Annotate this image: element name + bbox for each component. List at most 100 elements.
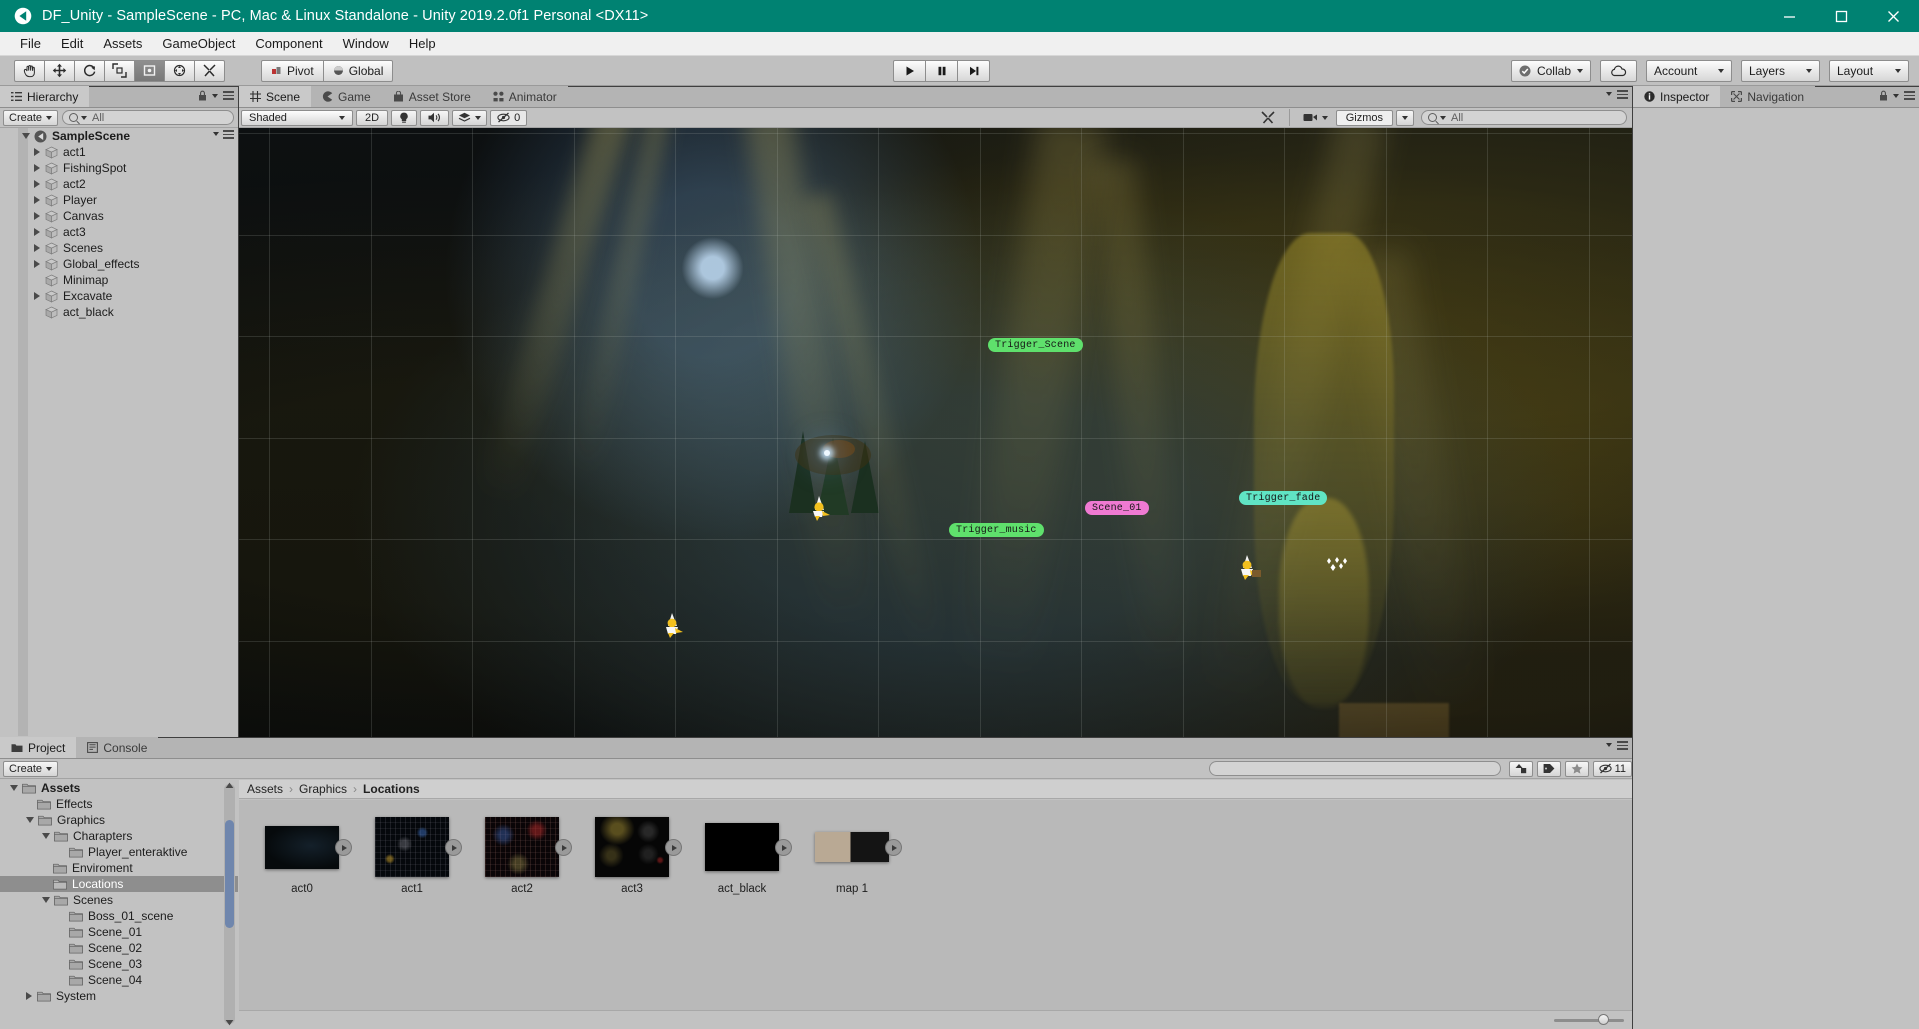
hierarchy-item-canvas[interactable]: Canvas: [0, 208, 238, 224]
custom-tool-button[interactable]: [194, 59, 225, 82]
pause-button[interactable]: [925, 60, 958, 82]
pivot-toggle[interactable]: Pivot: [261, 59, 324, 82]
asset-preview-play-icon[interactable]: [335, 839, 352, 856]
breadcrumb-item-locations[interactable]: Locations: [363, 782, 420, 796]
chevron-down-icon[interactable]: [26, 817, 34, 823]
chevron-right-icon[interactable]: [34, 244, 40, 252]
project-tree-item-graphics[interactable]: Graphics: [0, 812, 238, 828]
hierarchy-item-act_black[interactable]: act_black: [0, 304, 238, 320]
step-button[interactable]: [957, 60, 990, 82]
two-d-toggle[interactable]: 2D: [356, 109, 389, 126]
hierarchy-item-player[interactable]: Player: [0, 192, 238, 208]
asset-zoom-slider[interactable]: [1554, 1014, 1624, 1025]
hierarchy-item-global_effects[interactable]: Global_effects: [0, 256, 238, 272]
scene-gizmo-label[interactable]: Scene_01: [1085, 501, 1149, 515]
close-button[interactable]: [1867, 0, 1919, 32]
chevron-right-icon[interactable]: [34, 228, 40, 236]
scene-search-input[interactable]: All: [1421, 110, 1627, 125]
scene-gizmo-label[interactable]: Trigger_Scene: [988, 338, 1083, 352]
hierarchy-item-act2[interactable]: act2: [0, 176, 238, 192]
tab-project[interactable]: Project: [0, 737, 77, 758]
project-tree-item-enviroment[interactable]: Enviroment: [0, 860, 238, 876]
scene-menu-icon[interactable]: [223, 130, 234, 139]
chevron-right-icon[interactable]: [26, 992, 32, 1000]
hierarchy-item-act3[interactable]: act3: [0, 224, 238, 240]
chevron-right-icon[interactable]: [34, 180, 40, 188]
lighting-toggle[interactable]: [391, 109, 418, 126]
project-tree-item-player_enteraktive[interactable]: Player_enteraktive: [0, 844, 238, 860]
tab-console[interactable]: Console: [76, 737, 159, 758]
scene-particle-gizmo[interactable]: [1325, 555, 1351, 582]
asset-item[interactable]: act2: [481, 817, 572, 895]
hierarchy-item-minimap[interactable]: Minimap: [0, 272, 238, 288]
chevron-right-icon[interactable]: [34, 196, 40, 204]
account-dropdown[interactable]: Account: [1646, 60, 1732, 82]
project-tree-item-scene_01[interactable]: Scene_01: [0, 924, 238, 940]
chevron-down-icon[interactable]: [10, 785, 18, 791]
asset-zoom-knob[interactable]: [1598, 1014, 1609, 1025]
cloud-button[interactable]: [1600, 60, 1637, 82]
asset-preview-play-icon[interactable]: [665, 839, 682, 856]
panel-menu-icon[interactable]: [1617, 741, 1628, 750]
project-tree-item-scenes[interactable]: Scenes: [0, 892, 238, 908]
breadcrumb-item-graphics[interactable]: Graphics: [299, 782, 347, 796]
filter-by-label-button[interactable]: [1536, 760, 1561, 777]
tab-inspector[interactable]: Inspector: [1633, 86, 1721, 107]
project-tree-item-charapters[interactable]: Charapters: [0, 828, 238, 844]
asset-preview-play-icon[interactable]: [775, 839, 792, 856]
tab-game[interactable]: Game: [311, 86, 382, 107]
hierarchy-item-fishingspot[interactable]: FishingSpot: [0, 160, 238, 176]
chevron-right-icon[interactable]: [34, 292, 40, 300]
menu-item-component[interactable]: Component: [246, 33, 331, 54]
project-tree-item-scene_02[interactable]: Scene_02: [0, 940, 238, 956]
camera-settings-button[interactable]: [1298, 110, 1333, 126]
favorites-button[interactable]: [1564, 760, 1589, 777]
filter-by-type-button[interactable]: [1508, 760, 1533, 777]
project-tree-item-scene_03[interactable]: Scene_03: [0, 956, 238, 972]
chevron-down-icon[interactable]: [42, 833, 50, 839]
project-tree-item-effects[interactable]: Effects: [0, 796, 238, 812]
chevron-right-icon[interactable]: [34, 260, 40, 268]
maximize-button[interactable]: [1815, 0, 1867, 32]
hidden-objects-toggle[interactable]: 0: [490, 109, 528, 126]
hierarchy-create-button[interactable]: Create: [3, 109, 59, 126]
asset-item[interactable]: act1: [371, 817, 462, 895]
rotate-tool-button[interactable]: [74, 59, 105, 82]
hand-tool-button[interactable]: [14, 59, 45, 82]
project-tree-list[interactable]: Assets Effects Graphics Charapters Player_en…: [0, 780, 238, 1004]
scene-gizmo-label[interactable]: Trigger_fade: [1239, 491, 1328, 505]
play-button[interactable]: [893, 60, 926, 82]
project-create-button[interactable]: Create: [3, 760, 59, 777]
project-tree-scroll-thumb[interactable]: [225, 820, 234, 928]
minimize-button[interactable]: [1763, 0, 1815, 32]
audio-toggle[interactable]: [420, 109, 450, 126]
project-tree-item-scene_04[interactable]: Scene_04: [0, 972, 238, 988]
layers-dropdown[interactable]: Layers: [1741, 60, 1820, 82]
tab-navigation[interactable]: Navigation: [1720, 86, 1816, 107]
project-tree-item-system[interactable]: System: [0, 988, 238, 1004]
chevron-down-icon[interactable]: [42, 897, 50, 903]
scene-character-sprite-2[interactable]: [659, 611, 683, 638]
asset-grid[interactable]: act0 act1 act2 act3 act_black map 1: [239, 800, 1632, 1010]
asset-item[interactable]: act_black: [701, 817, 792, 895]
layout-dropdown[interactable]: Layout: [1829, 60, 1909, 82]
menu-item-edit[interactable]: Edit: [52, 33, 92, 54]
chevron-right-icon[interactable]: [34, 164, 40, 172]
scene-viewport[interactable]: Trigger_Scene Trigger_music Scene_01 Trigge…: [239, 128, 1632, 737]
lock-icon[interactable]: [1879, 90, 1888, 101]
panel-menu-icon[interactable]: [223, 91, 234, 100]
menu-item-window[interactable]: Window: [334, 33, 398, 54]
collab-button[interactable]: Collab: [1510, 60, 1591, 82]
breadcrumb-item-assets[interactable]: Assets: [247, 782, 283, 796]
menu-item-help[interactable]: Help: [400, 33, 445, 54]
draw-mode-dropdown[interactable]: Shaded: [241, 109, 353, 126]
menu-item-assets[interactable]: Assets: [94, 33, 151, 54]
tab-animator[interactable]: Animator: [481, 86, 568, 107]
panel-menu-icon[interactable]: [1617, 90, 1628, 99]
global-toggle[interactable]: Global: [322, 59, 394, 82]
scroll-down-arrow-icon[interactable]: [225, 1019, 234, 1026]
panel-menu-icon[interactable]: [1904, 91, 1915, 100]
hierarchy-item-list[interactable]: act1 FishingSpot act2 Player Canvas act3 Scene…: [0, 144, 238, 320]
menu-item-file[interactable]: File: [11, 33, 50, 54]
asset-item[interactable]: act3: [591, 817, 682, 895]
